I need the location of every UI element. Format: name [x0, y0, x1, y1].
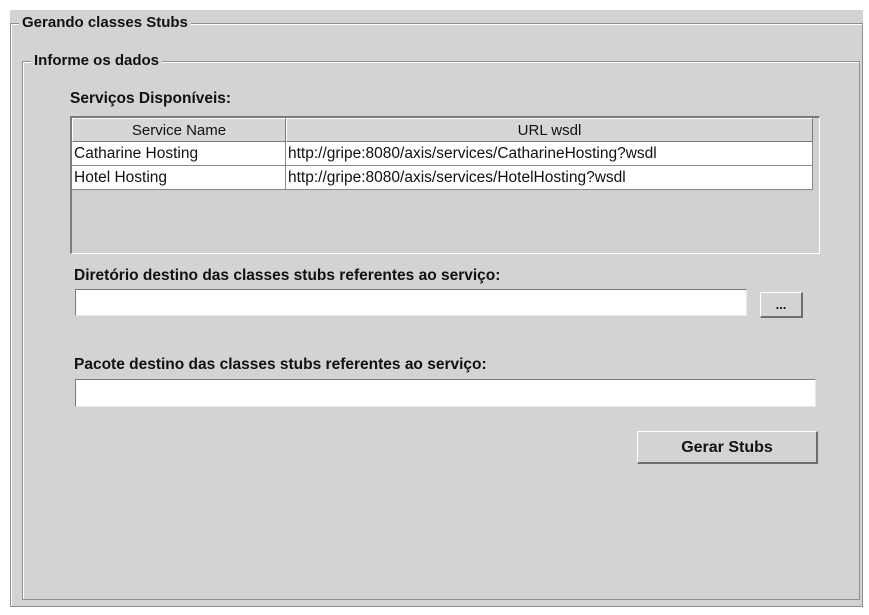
url-wsdl-cell[interactable]: http://gripe:8080/axis/services/HotelHos… [286, 166, 813, 190]
table-header: Service Name URL wsdl [72, 118, 817, 142]
service-name-cell[interactable]: Catharine Hosting [72, 142, 286, 166]
column-header-url-wsdl[interactable]: URL wsdl [286, 118, 813, 142]
table-row[interactable]: Catharine Hosting http://gripe:8080/axis… [72, 142, 813, 166]
outer-group-title: Gerando classes Stubs [19, 14, 191, 32]
services-table[interactable]: Service Name URL wsdl Catharine Hosting … [70, 116, 820, 254]
package-input[interactable] [75, 379, 816, 407]
inner-group-title: Informe os dados [31, 52, 163, 70]
services-label: Serviços Disponíveis: [70, 90, 232, 107]
table-row[interactable]: Hotel Hosting http://gripe:8080/axis/ser… [72, 166, 813, 190]
browse-directory-button[interactable]: ... [760, 292, 803, 318]
generate-stubs-button[interactable]: Gerar Stubs [637, 431, 818, 464]
directory-input[interactable] [75, 289, 747, 316]
directory-label: Diretório destino das classes stubs refe… [74, 267, 501, 284]
stubs-panel: Gerando classes Stubs Informe os dados S… [10, 10, 863, 607]
url-wsdl-cell[interactable]: http://gripe:8080/axis/services/Catharin… [286, 142, 813, 166]
column-header-service-name[interactable]: Service Name [72, 118, 286, 142]
service-name-cell[interactable]: Hotel Hosting [72, 166, 286, 190]
package-label: Pacote destino das classes stubs referen… [74, 356, 487, 373]
